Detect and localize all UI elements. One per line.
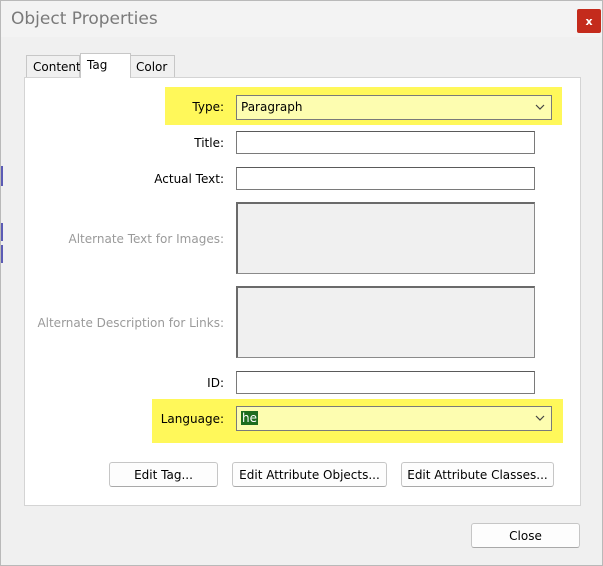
edit-attribute-classes-button[interactable]: Edit Attribute Classes... (401, 462, 554, 487)
tab-color[interactable]: Color (129, 55, 175, 77)
type-value: Paragraph (241, 100, 303, 114)
type-label: Type: (192, 100, 224, 114)
alt-text-images-label: Alternate Text for Images: (68, 232, 225, 246)
background-accent (1, 166, 3, 186)
chevron-down-icon (535, 415, 545, 421)
id-input[interactable] (236, 371, 535, 394)
title-input[interactable] (236, 131, 535, 154)
tab-content[interactable]: Content (26, 55, 81, 77)
alt-desc-links-textarea (236, 286, 535, 358)
title-label: Title: (194, 136, 224, 150)
actual-text-input[interactable] (236, 167, 535, 190)
close-button[interactable]: Close (471, 523, 580, 548)
language-label: Language: (160, 412, 224, 426)
language-dropdown[interactable]: he (236, 406, 552, 431)
edit-attribute-objects-button[interactable]: Edit Attribute Objects... (232, 462, 387, 487)
edit-tag-button[interactable]: Edit Tag... (109, 462, 218, 487)
close-icon[interactable]: x (577, 9, 601, 33)
alt-text-images-textarea (236, 202, 535, 274)
id-label: ID: (207, 376, 224, 390)
tab-tag[interactable]: Tag (80, 53, 131, 78)
dialog-title: Object Properties (11, 9, 158, 29)
language-value: he (241, 411, 258, 425)
object-properties-dialog: Object Properties x Content Tag Color Ty… (0, 0, 603, 566)
alt-desc-links-label: Alternate Description for Links: (37, 316, 224, 330)
chevron-down-icon (535, 104, 545, 110)
background-accent (1, 245, 3, 263)
background-accent (1, 223, 3, 241)
type-dropdown[interactable]: Paragraph (236, 95, 552, 120)
actual-text-label: Actual Text: (154, 172, 224, 186)
title-bar[interactable]: Object Properties x (1, 1, 602, 37)
